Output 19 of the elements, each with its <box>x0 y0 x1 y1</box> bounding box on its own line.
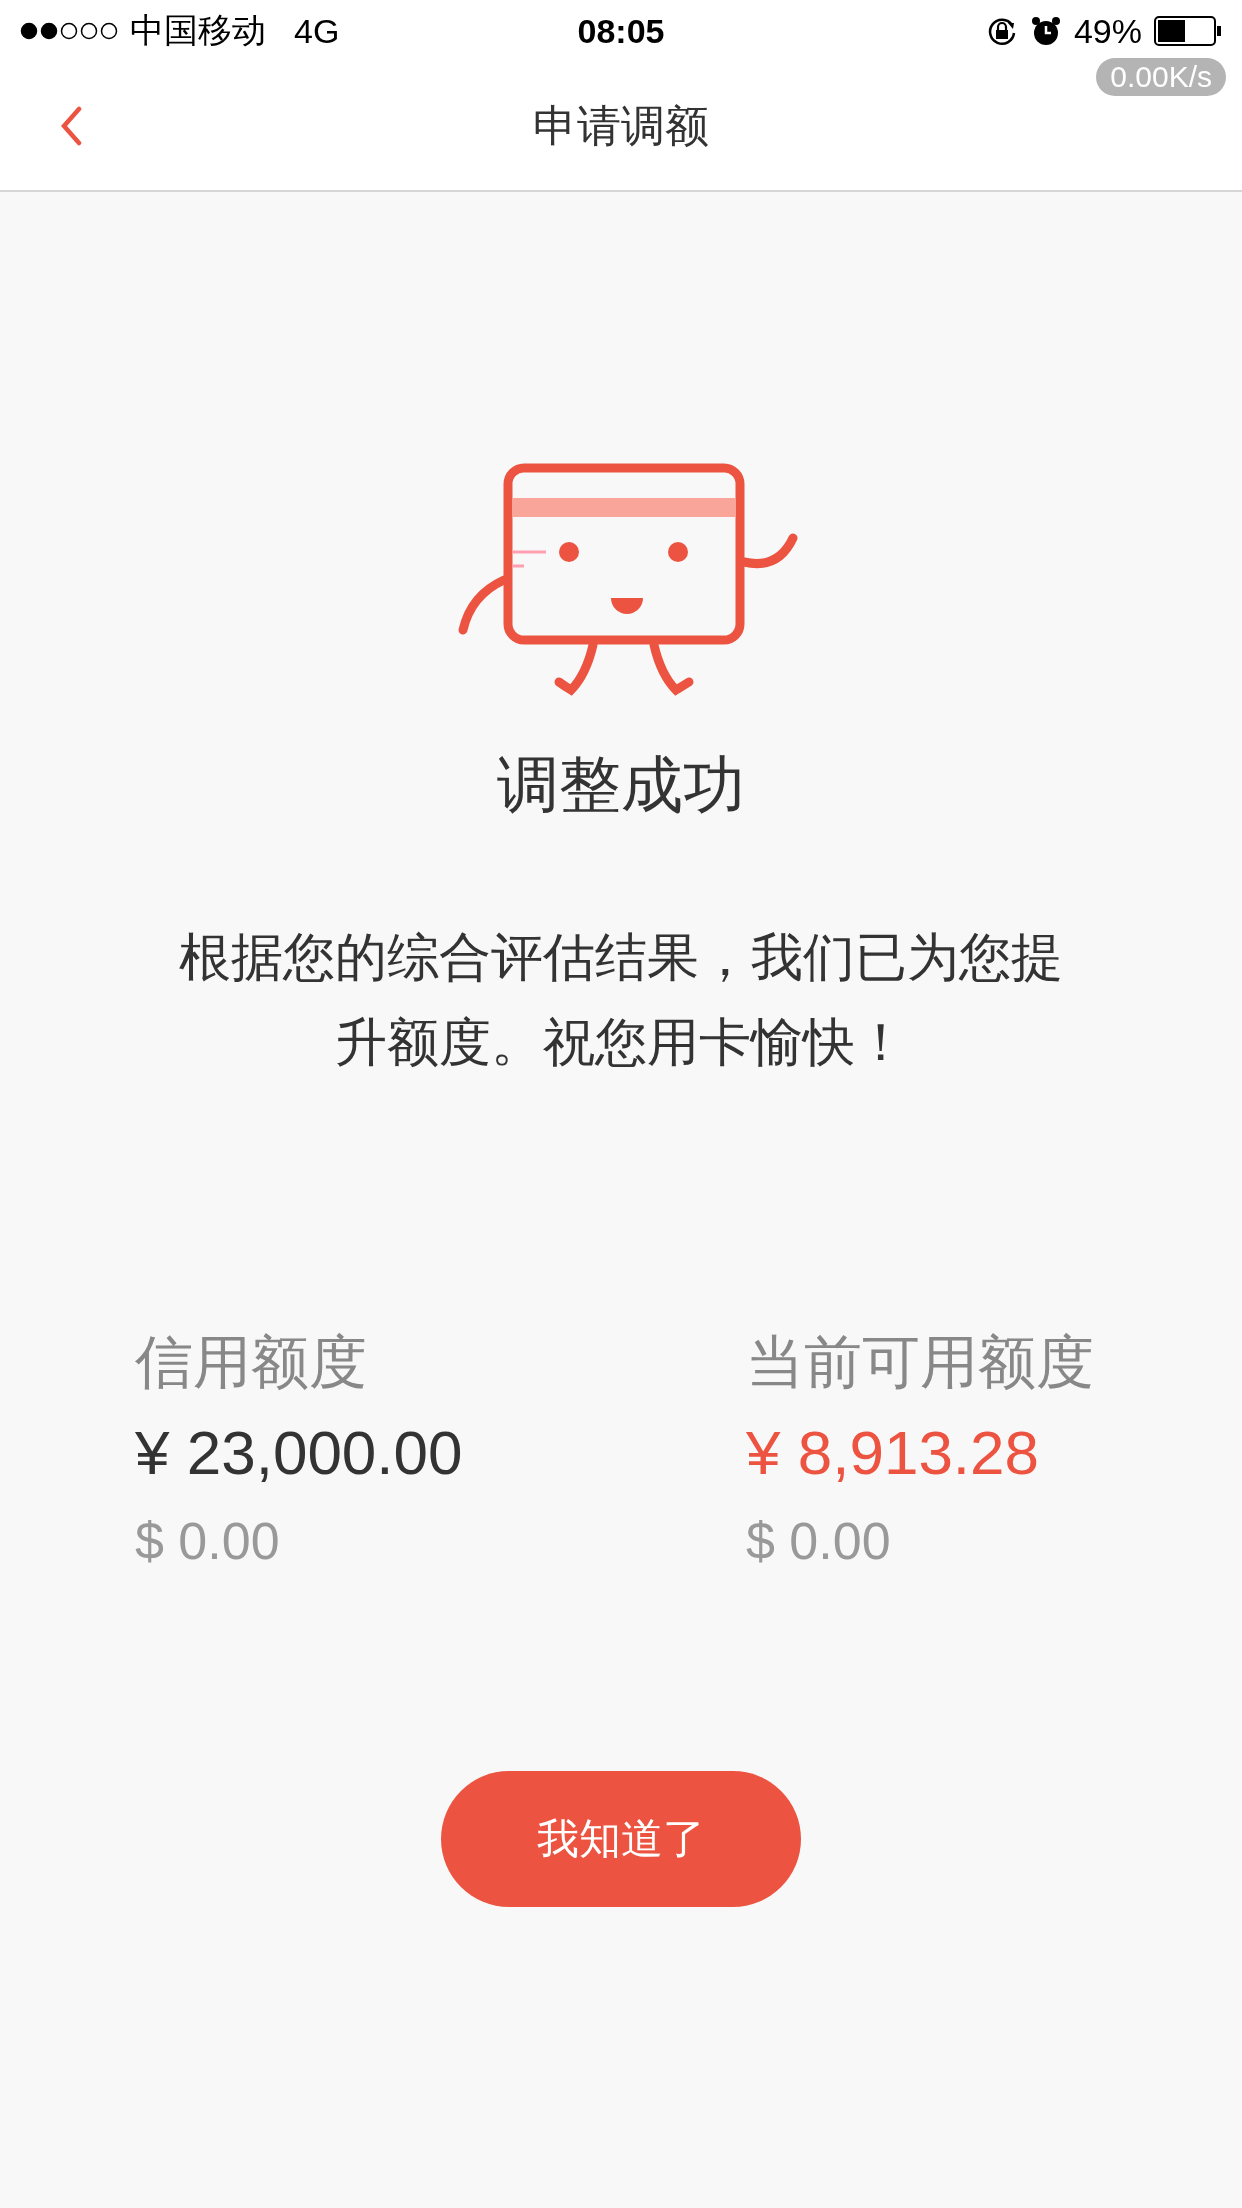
back-icon <box>60 106 82 146</box>
alarm-icon <box>1029 15 1062 47</box>
usd-amount: $ 0.00 <box>135 1511 281 1572</box>
limit-label: 当前可用额度 <box>746 1328 1095 1396</box>
network-type: 4G <box>294 11 340 51</box>
limit-amount: ¥ 8,913.28 <box>746 1417 1041 1489</box>
limit-label: 信用额度 <box>135 1328 368 1396</box>
confirm-button[interactable]: 我知道了 <box>441 1771 801 1907</box>
limit-amount: ¥ 23,000.00 <box>135 1417 464 1489</box>
result-message: 根据您的综合评估结果，我们已为您提升额度。祝您用卡愉快！ <box>178 927 1064 1073</box>
signal-icon <box>20 22 120 40</box>
result-title: 调整成功 <box>497 749 745 821</box>
battery-percent: 49% <box>1073 11 1142 51</box>
network-speed-badge: 0.00K/s <box>1096 58 1226 96</box>
page-title: 申请调额 <box>533 99 709 152</box>
carrier-name: 中国移动 <box>130 10 266 51</box>
usd-amount: $ 0.00 <box>746 1511 892 1572</box>
battery-icon <box>1154 16 1222 46</box>
status-time: 08:05 <box>577 11 665 51</box>
